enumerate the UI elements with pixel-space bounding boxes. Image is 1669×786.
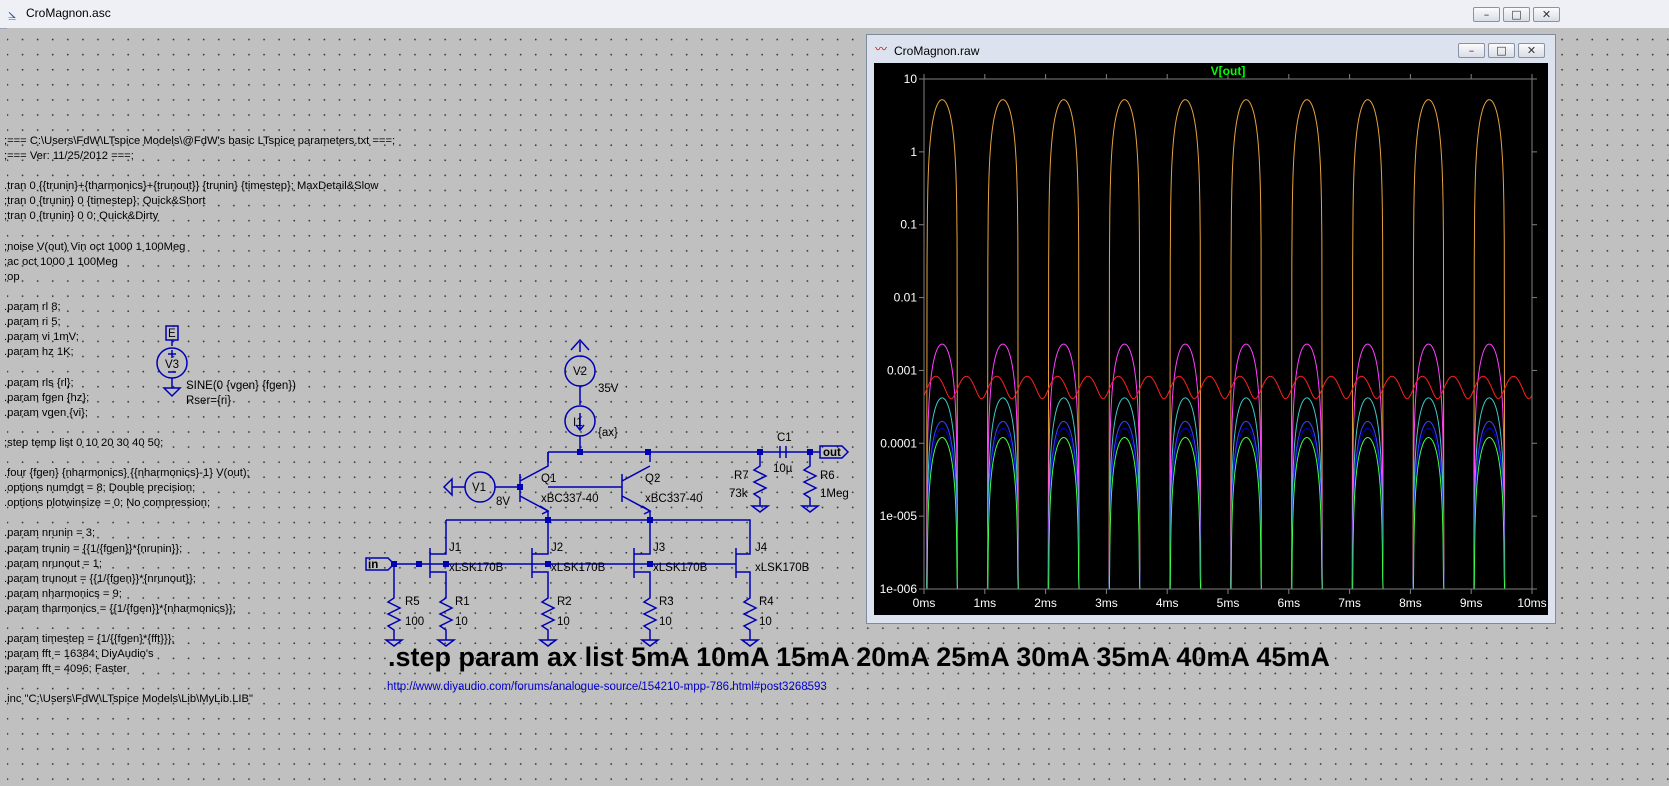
y-tick-label: 0.0001	[880, 436, 917, 450]
plot-minimize-button[interactable]: –	[1458, 43, 1485, 58]
r6-value: 1Meg	[820, 488, 849, 500]
v1-name: V1	[472, 482, 486, 494]
y-tick-label: 0.1	[900, 218, 917, 232]
c1-name: C1	[777, 432, 792, 444]
v3-rser: Rser={ri}	[186, 395, 231, 407]
x-tick-label: 6ms	[1277, 596, 1300, 610]
v1-value: 8V	[496, 496, 510, 508]
r1-value: 10	[455, 616, 468, 628]
plot-pane[interactable]: 10 1 0.1 0.01 0.001 0.0001 1e-005 1e-006 0ms 1ms 2…	[874, 63, 1548, 620]
j1-model: xLSK170B	[449, 562, 504, 574]
r7-value: 73k	[729, 488, 748, 500]
plot-window-title: CroMagnon.raw	[894, 44, 980, 58]
j2-name: J2	[551, 542, 563, 554]
x-tick-label: 9ms	[1460, 596, 1483, 610]
r4-value: 10	[759, 616, 772, 628]
x-tick-label: 0ms	[913, 596, 936, 610]
x-tick-label: 5ms	[1217, 596, 1240, 610]
v3-e-label: E	[168, 328, 176, 340]
step-directive[interactable]: .step param ax list 5mA 10mA 15mA 20mA 2…	[388, 642, 1330, 673]
x-tick-label: 2ms	[1034, 596, 1057, 610]
r6-name: R6	[820, 470, 835, 482]
r4-name: R4	[759, 596, 774, 608]
j1-name: J1	[449, 542, 461, 554]
out-port-label: out	[823, 447, 841, 459]
trace-label: V[out]	[1211, 64, 1246, 78]
j2-model: xLSK170B	[551, 562, 606, 574]
in-port-label: in	[368, 559, 378, 571]
plot-background	[874, 63, 1548, 615]
r3-value: 10	[659, 616, 672, 628]
plot-close-button[interactable]: ✕	[1518, 43, 1545, 58]
y-tick-label: 1e-006	[880, 582, 918, 596]
j3-name: J3	[653, 542, 665, 554]
i1-name: I1	[573, 417, 583, 429]
y-tick-label: 10	[904, 72, 918, 86]
diyaudio-link[interactable]: http://www.diyaudio.com/forums/analogue-…	[387, 681, 827, 693]
y-tick-label: 0.01	[894, 291, 918, 305]
r2-value: 10	[557, 616, 570, 628]
x-tick-label: 10ms	[1517, 596, 1546, 610]
r7-name: R7	[734, 470, 749, 482]
q1-model: xBC337-40	[541, 493, 599, 505]
v2-value: 35V	[598, 383, 619, 395]
r5-value: 100	[405, 616, 424, 628]
y-tick-label: 1	[910, 145, 917, 159]
x-tick-label: 3ms	[1095, 596, 1118, 610]
plot-maximize-button[interactable]: □	[1488, 43, 1515, 58]
v3-value: SINE(0 {vgen} {fgen})	[186, 380, 296, 392]
q2-model: xBC337-40	[645, 493, 703, 505]
j4-name: J4	[755, 542, 768, 554]
q2-name: Q2	[645, 473, 660, 485]
i1-value: {ax}	[598, 427, 618, 439]
r3-name: R3	[659, 596, 674, 608]
q1-name: Q1	[541, 473, 556, 485]
x-tick-label: 7ms	[1338, 596, 1361, 610]
v3-name: V3	[165, 359, 179, 371]
waveform-icon: 〰	[875, 42, 888, 56]
waveform-plot[interactable]: 10 1 0.1 0.01 0.001 0.0001 1e-005 1e-0060ms 1ms 2…	[874, 63, 1548, 615]
waveform-viewer-window[interactable]: 〰 CroMagnon.raw – □ ✕ 10 1 0.1 0.01 0.001 0.0…	[866, 34, 1556, 624]
j4-model: xLSK170B	[755, 562, 810, 574]
r5-name: R5	[405, 596, 420, 608]
c1-value: 10µ	[773, 463, 793, 475]
x-tick-label: 4ms	[1156, 596, 1179, 610]
y-tick-label: 1e-005	[880, 509, 918, 523]
r1-name: R1	[455, 596, 470, 608]
y-tick-label: 0.001	[887, 363, 917, 377]
x-tick-label: 1ms	[973, 596, 996, 610]
j3-model: xLSK170B	[653, 562, 708, 574]
plot-titlebar: 〰 CroMagnon.raw – □ ✕	[867, 35, 1555, 63]
r2-name: R2	[557, 596, 572, 608]
v2-name: V2	[573, 366, 587, 378]
x-tick-label: 8ms	[1399, 596, 1422, 610]
